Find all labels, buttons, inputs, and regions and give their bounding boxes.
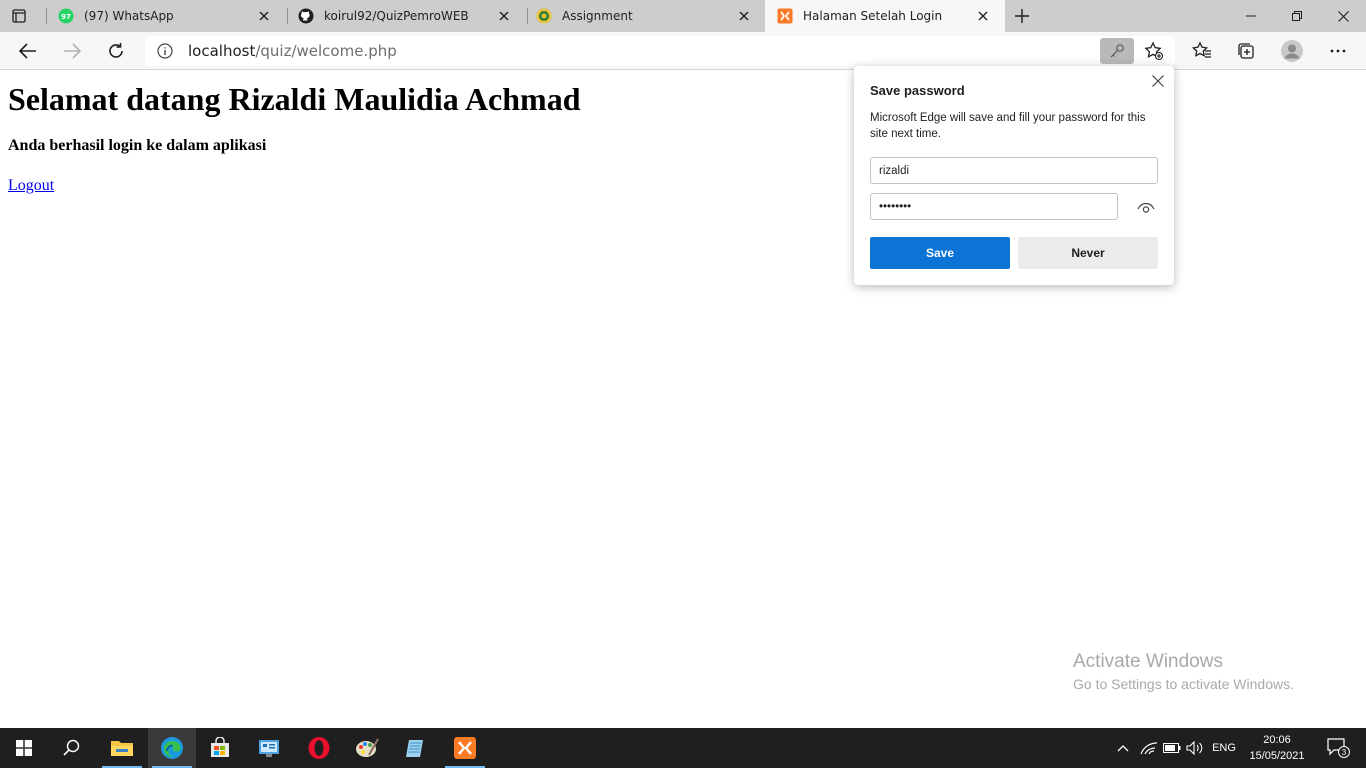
control-panel-icon[interactable]	[245, 728, 293, 768]
network-icon[interactable]	[1138, 728, 1160, 768]
tab-actions-icon[interactable]	[10, 7, 28, 25]
watermark-subtitle: Go to Settings to activate Windows.	[1073, 676, 1294, 692]
edge-icon[interactable]	[148, 728, 196, 768]
close-icon[interactable]	[496, 8, 512, 24]
paint-icon[interactable]	[343, 728, 391, 768]
language-indicator[interactable]: ENG	[1208, 728, 1240, 768]
notification-center-icon[interactable]: 3	[1318, 728, 1358, 768]
save-password-dialog: Save password Microsoft Edge will save a…	[854, 66, 1174, 285]
clock-date: 15/05/2021	[1249, 750, 1305, 762]
tab-assignment[interactable]: Assignment	[528, 0, 766, 32]
info-icon[interactable]	[157, 43, 173, 59]
login-success-message: Anda berhasil login ke dalam aplikasi	[8, 137, 267, 154]
refresh-button[interactable]	[102, 37, 130, 65]
start-icon[interactable]	[0, 728, 48, 768]
logout-link[interactable]: Logout	[8, 177, 54, 195]
close-icon[interactable]	[1150, 73, 1166, 89]
xampp-icon[interactable]	[441, 728, 489, 768]
whatsapp-badge: 97	[61, 13, 71, 21]
key-icon[interactable]	[1100, 38, 1134, 64]
show-hidden-icons-chevron-icon[interactable]	[1113, 728, 1133, 768]
close-icon[interactable]	[256, 8, 272, 24]
notepad-icon[interactable]	[391, 728, 439, 768]
tab-label: koirul92/QuizPemroWEB	[324, 9, 469, 23]
profile-avatar[interactable]	[1278, 37, 1306, 65]
username-field[interactable]: rizaldi	[870, 157, 1158, 184]
new-tab-button[interactable]	[1012, 6, 1032, 26]
favorites-button[interactable]	[1188, 37, 1216, 65]
dialog-description: Microsoft Edge will save and fill your p…	[870, 112, 1146, 140]
tab-label: Assignment	[562, 9, 633, 23]
xampp-icon	[777, 8, 793, 24]
tab-whatsapp[interactable]: 97 (97) WhatsApp	[48, 0, 286, 32]
system-clock[interactable]: 20:06 15/05/2021	[1246, 732, 1308, 764]
back-button[interactable]	[14, 37, 42, 65]
opera-icon[interactable]	[295, 728, 343, 768]
github-icon	[298, 8, 314, 24]
file-explorer-icon[interactable]	[98, 728, 146, 768]
add-favorite-icon[interactable]	[1141, 38, 1167, 64]
save-button[interactable]: Save	[870, 237, 1010, 269]
close-icon[interactable]	[975, 8, 991, 24]
tab-halaman-setelah-login[interactable]: Halaman Setelah Login	[765, 0, 1005, 32]
more-menu-button[interactable]	[1324, 37, 1352, 65]
password-field[interactable]: ••••••••	[870, 193, 1118, 220]
dialog-title: Save password	[870, 83, 965, 98]
forward-button[interactable]	[58, 37, 86, 65]
browser-toolbar: localhost/quiz/welcome.php	[0, 32, 1366, 70]
collections-button[interactable]	[1232, 37, 1260, 65]
whatsapp-icon: 97	[58, 8, 74, 24]
activate-windows-watermark: Activate Windows Go to Settings to activ…	[1073, 651, 1294, 692]
restore-button[interactable]	[1274, 0, 1320, 32]
close-window-button[interactable]	[1320, 0, 1366, 32]
notification-count: 3	[1342, 748, 1347, 757]
minimize-button[interactable]	[1228, 0, 1274, 32]
url-host: localhost	[188, 42, 256, 60]
never-button[interactable]: Never	[1018, 237, 1158, 269]
volume-icon[interactable]	[1184, 728, 1206, 768]
tab-strip: 97 (97) WhatsApp koirul92/QuizPemroWEB A…	[0, 0, 1366, 32]
address-bar[interactable]: localhost/quiz/welcome.php	[145, 36, 1175, 66]
tab-label: (97) WhatsApp	[84, 9, 174, 23]
watermark-title: Activate Windows	[1073, 651, 1223, 672]
url-text[interactable]: localhost/quiz/welcome.php	[188, 42, 397, 60]
battery-icon[interactable]	[1161, 728, 1183, 768]
close-icon[interactable]	[736, 8, 752, 24]
store-icon[interactable]	[196, 728, 244, 768]
show-password-icon[interactable]	[1136, 200, 1156, 216]
tab-label: Halaman Setelah Login	[803, 9, 943, 23]
page-title: Selamat datang Rizaldi Maulidia Achmad	[8, 81, 581, 117]
username-value: rizaldi	[879, 164, 910, 177]
clock-time: 20:06	[1263, 734, 1291, 746]
tab-github[interactable]: koirul92/QuizPemroWEB	[288, 0, 526, 32]
windows-taskbar: ENG 20:06 15/05/2021 3	[0, 728, 1366, 768]
url-path: /quiz/welcome.php	[255, 42, 397, 60]
password-value: ••••••••	[879, 200, 912, 213]
search-icon[interactable]	[48, 728, 96, 768]
university-logo-icon	[536, 8, 552, 24]
